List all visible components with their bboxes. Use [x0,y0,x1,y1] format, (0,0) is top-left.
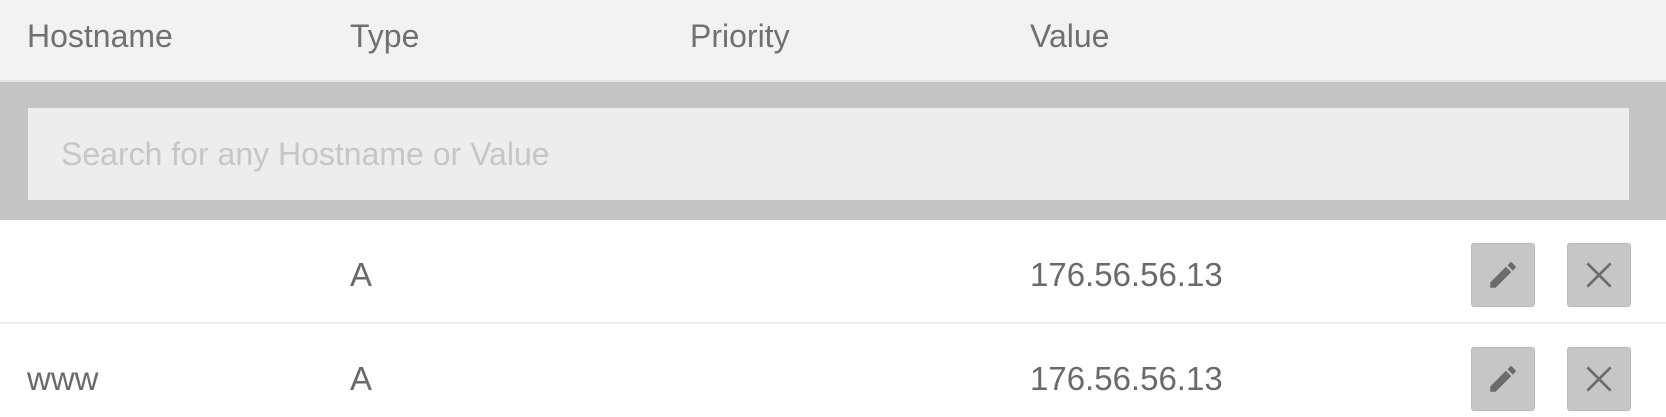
dns-records-table: Hostname Type Priority Value A 176.56.56… [0,0,1666,417]
close-icon [1583,259,1615,291]
search-input[interactable] [28,108,1629,200]
row-hostname: www [27,360,99,397]
table-header: Hostname Type Priority Value [0,0,1666,82]
pencil-icon [1486,258,1520,292]
pencil-icon [1486,362,1520,396]
table-row: A 176.56.56.13 [0,220,1666,324]
search-bar [0,82,1666,220]
column-header-type[interactable]: Type [350,18,419,54]
row-type: A [350,256,373,293]
column-header-value[interactable]: Value [1030,18,1109,54]
close-icon [1583,363,1615,395]
edit-button[interactable] [1471,347,1535,411]
column-header-hostname[interactable]: Hostname [27,18,173,54]
row-value: 176.56.56.13 [1030,360,1223,397]
row-value: 176.56.56.13 [1030,256,1223,293]
column-header-priority[interactable]: Priority [690,18,790,54]
delete-button[interactable] [1567,347,1631,411]
row-type: A [350,360,373,397]
table-row: www A 176.56.56.13 [0,324,1666,417]
edit-button[interactable] [1471,243,1535,307]
delete-button[interactable] [1567,243,1631,307]
